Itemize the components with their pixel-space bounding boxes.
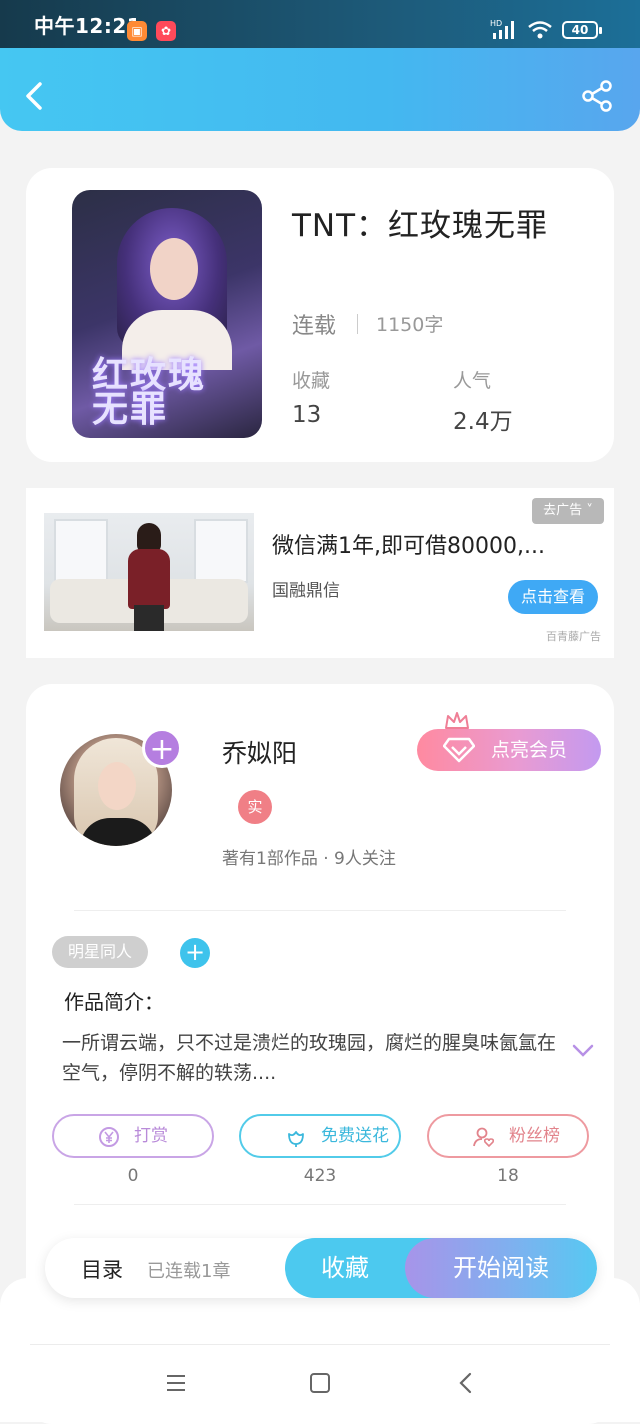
status-bar: 中午12:21 ▣ ✿ HD 40 bbox=[0, 0, 640, 48]
author-name[interactable]: 乔姒阳 bbox=[222, 734, 297, 770]
ad-brand: 国融鼎信 bbox=[272, 581, 340, 601]
tip-button[interactable]: 打赏 bbox=[52, 1114, 214, 1158]
intro-label: 作品简介： bbox=[64, 990, 164, 1014]
diamond-icon bbox=[443, 737, 475, 763]
fans-rank-button[interactable]: 粉丝榜 bbox=[427, 1114, 589, 1158]
send-flower-label: 免费送花 bbox=[321, 1126, 389, 1146]
cover-title: 红玫瑰无罪 bbox=[92, 354, 207, 430]
popularity-count: 2.4万 bbox=[453, 409, 513, 435]
collect-label: 收藏 bbox=[292, 370, 331, 392]
ad-title[interactable]: 微信满1年,即可借80000,... bbox=[272, 528, 545, 560]
genre-tag[interactable]: 明星同人 bbox=[52, 936, 148, 968]
status-time: 中午12:21 bbox=[34, 14, 142, 38]
follow-button[interactable]: + bbox=[142, 728, 182, 768]
nav-back-icon[interactable] bbox=[456, 1371, 476, 1395]
share-icon[interactable] bbox=[580, 78, 616, 114]
flower-icon bbox=[288, 1131, 304, 1147]
tip-label: 打赏 bbox=[134, 1126, 168, 1146]
intro-text[interactable]: 一所谓云端，只不过是溃烂的玫瑰园，腐烂的腥臭味氤氲在空气，停阴不解的轶荡.... bbox=[62, 1028, 562, 1088]
flower-count: 423 bbox=[303, 1166, 337, 1186]
menu-icon[interactable] bbox=[165, 1373, 187, 1393]
yen-coin-icon bbox=[99, 1127, 119, 1147]
top-header bbox=[0, 48, 640, 131]
bottom-action-bar: 目录 已连载1章 收藏 开始阅读 bbox=[45, 1238, 597, 1298]
verified-badge: 实 bbox=[238, 790, 272, 824]
notification-app-icon: ▣ bbox=[127, 21, 147, 41]
fans-rank-label: 粉丝榜 bbox=[509, 1126, 560, 1146]
popularity-label: 人气 bbox=[453, 370, 492, 392]
ad-image-person-body bbox=[128, 549, 170, 609]
ad-view-button[interactable]: 点击查看 bbox=[508, 580, 598, 614]
ad-image-person-legs bbox=[134, 605, 164, 631]
vip-button-label: 点亮会员 bbox=[491, 739, 568, 761]
tip-count: 0 bbox=[127, 1166, 139, 1186]
fans-count: 18 bbox=[497, 1166, 519, 1186]
wifi-icon bbox=[528, 21, 552, 39]
book-info-card: 红玫瑰无罪 TNT：红玫瑰无罪 连载 1150字 收藏 13 人气 2.4万 bbox=[26, 168, 614, 462]
vip-button[interactable]: 点亮会员 bbox=[417, 729, 601, 771]
divider bbox=[74, 1204, 566, 1205]
battery-indicator: 40 bbox=[562, 21, 602, 39]
bottom-panel bbox=[0, 1278, 640, 1422]
back-arrow-icon[interactable] bbox=[18, 78, 54, 114]
remove-ad-button[interactable]: 去广告 ˅ bbox=[532, 498, 604, 524]
crown-icon bbox=[445, 712, 469, 729]
fan-heart-icon bbox=[473, 1127, 495, 1148]
add-tag-button[interactable]: + bbox=[180, 938, 210, 968]
ad-banner[interactable]: 去广告 ˅ 微信满1年,即可借80000,... 国融鼎信 点击查看 百青藤广告 bbox=[26, 488, 614, 658]
collect-button-label: 收藏 bbox=[321, 1254, 369, 1282]
signal-icon: HD bbox=[490, 19, 514, 39]
remove-ad-label: 去广告 bbox=[543, 503, 583, 518]
ad-image[interactable] bbox=[44, 513, 254, 631]
book-title: TNT：红玫瑰无罪 bbox=[292, 208, 549, 244]
book-status: 连载 bbox=[292, 314, 337, 339]
ad-source: 百青藤广告 bbox=[546, 630, 601, 643]
send-flower-button[interactable]: 免费送花 bbox=[239, 1114, 401, 1158]
home-square-icon[interactable] bbox=[309, 1372, 331, 1394]
avatar-face bbox=[98, 762, 136, 810]
ad-image-window bbox=[54, 519, 108, 583]
nav-divider bbox=[30, 1344, 610, 1345]
cover-figure-face bbox=[150, 238, 198, 300]
author-stats: 著有1部作品 · 9人关注 bbox=[222, 849, 396, 869]
chevron-down-icon[interactable] bbox=[572, 1044, 594, 1058]
ad-image-window bbox=[194, 519, 248, 583]
book-cover[interactable]: 红玫瑰无罪 bbox=[72, 190, 262, 438]
signal-hd-label: HD bbox=[490, 19, 502, 28]
table-of-contents-button[interactable]: 目录 bbox=[81, 1254, 123, 1284]
chapter-count: 已连载1章 bbox=[147, 1261, 231, 1282]
word-count: 1150字 bbox=[376, 314, 444, 336]
start-reading-button[interactable]: 开始阅读 bbox=[405, 1238, 597, 1298]
separator bbox=[357, 314, 358, 334]
collect-count: 13 bbox=[292, 402, 322, 428]
divider bbox=[74, 910, 566, 911]
notification-app-icon-2: ✿ bbox=[156, 21, 176, 41]
